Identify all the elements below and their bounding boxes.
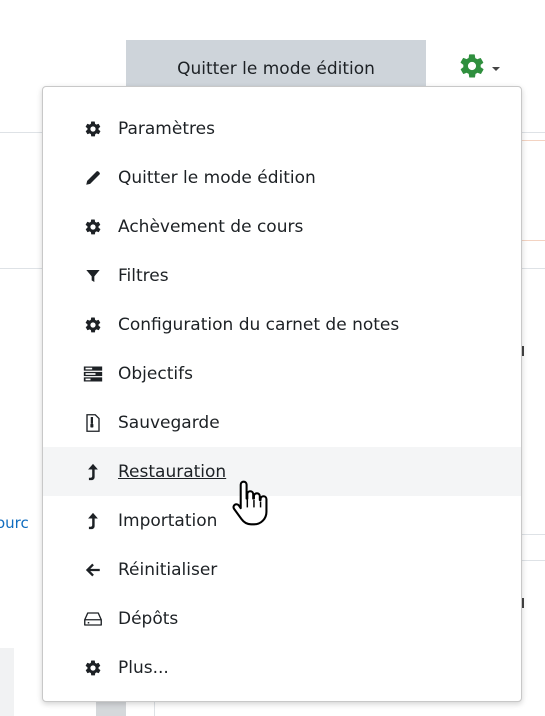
menu-item-label: Dépôts: [118, 608, 179, 629]
chevron-down-icon: [492, 67, 500, 71]
menu-item-configuration-du-carnet-de-notes[interactable]: Configuration du carnet de notes: [43, 300, 521, 349]
block-menu-caret[interactable]: [522, 346, 524, 356]
menu-item-label: Réinitialiser: [118, 559, 218, 580]
block-handle: [96, 702, 126, 716]
menu-item-filtres[interactable]: Filtres: [43, 251, 521, 300]
filter-icon: [83, 266, 103, 286]
course-settings-menu-toggle[interactable]: [458, 50, 528, 86]
gear-icon: [83, 217, 103, 237]
gear-icon: [83, 658, 103, 678]
course-actions-dropdown: Paramètres Quitter le mode édition Achèvem…: [42, 86, 522, 702]
gear-icon: [83, 315, 103, 335]
block-menu-caret-2[interactable]: [522, 598, 524, 608]
menu-item-parametres[interactable]: Paramètres: [43, 104, 521, 153]
menu-item-sauvegarde[interactable]: Sauvegarde: [43, 398, 521, 447]
menu-item-label: Filtres: [118, 265, 169, 286]
outcomes-icon: [83, 364, 103, 384]
menu-item-achevement-de-cours[interactable]: Achèvement de cours: [43, 202, 521, 251]
block-left-border: [154, 702, 155, 716]
menu-item-label: Sauvegarde: [118, 412, 220, 433]
gear-icon: [458, 52, 486, 84]
partial-course-link[interactable]: ourc: [0, 514, 29, 532]
upload-arrow-icon: [83, 462, 103, 482]
menu-item-label: Achèvement de cours: [118, 216, 304, 237]
menu-item-label: Configuration du carnet de notes: [118, 314, 400, 335]
menu-item-restauration[interactable]: Restauration: [43, 447, 521, 496]
menu-item-objectifs[interactable]: Objectifs: [43, 349, 521, 398]
menu-item-label: Objectifs: [118, 363, 193, 384]
sidebar-edge: [0, 648, 14, 716]
menu-item-reinitialiser[interactable]: Réinitialiser: [43, 545, 521, 594]
menu-item-importation[interactable]: Importation: [43, 496, 521, 545]
upload-arrow-icon: [83, 511, 103, 531]
menu-item-depots[interactable]: Dépôts: [43, 594, 521, 643]
inbox-icon: [83, 609, 103, 629]
menu-item-quitter-le-mode-edition[interactable]: Quitter le mode édition: [43, 153, 521, 202]
menu-item-label: Paramètres: [118, 118, 215, 139]
gear-icon: [83, 119, 103, 139]
menu-item-label: Importation: [118, 510, 218, 531]
page-divider-lower-2: [522, 560, 545, 561]
page-divider-lower-1: [522, 534, 545, 535]
menu-item-label: Quitter le mode édition: [118, 167, 316, 188]
backup-file-icon: [83, 413, 103, 433]
menu-item-plus[interactable]: Plus...: [43, 643, 521, 692]
arrow-left-icon: [83, 560, 103, 580]
menu-item-label: Plus...: [118, 657, 169, 678]
menu-item-label: Restauration: [118, 461, 227, 482]
pencil-icon: [83, 168, 103, 188]
